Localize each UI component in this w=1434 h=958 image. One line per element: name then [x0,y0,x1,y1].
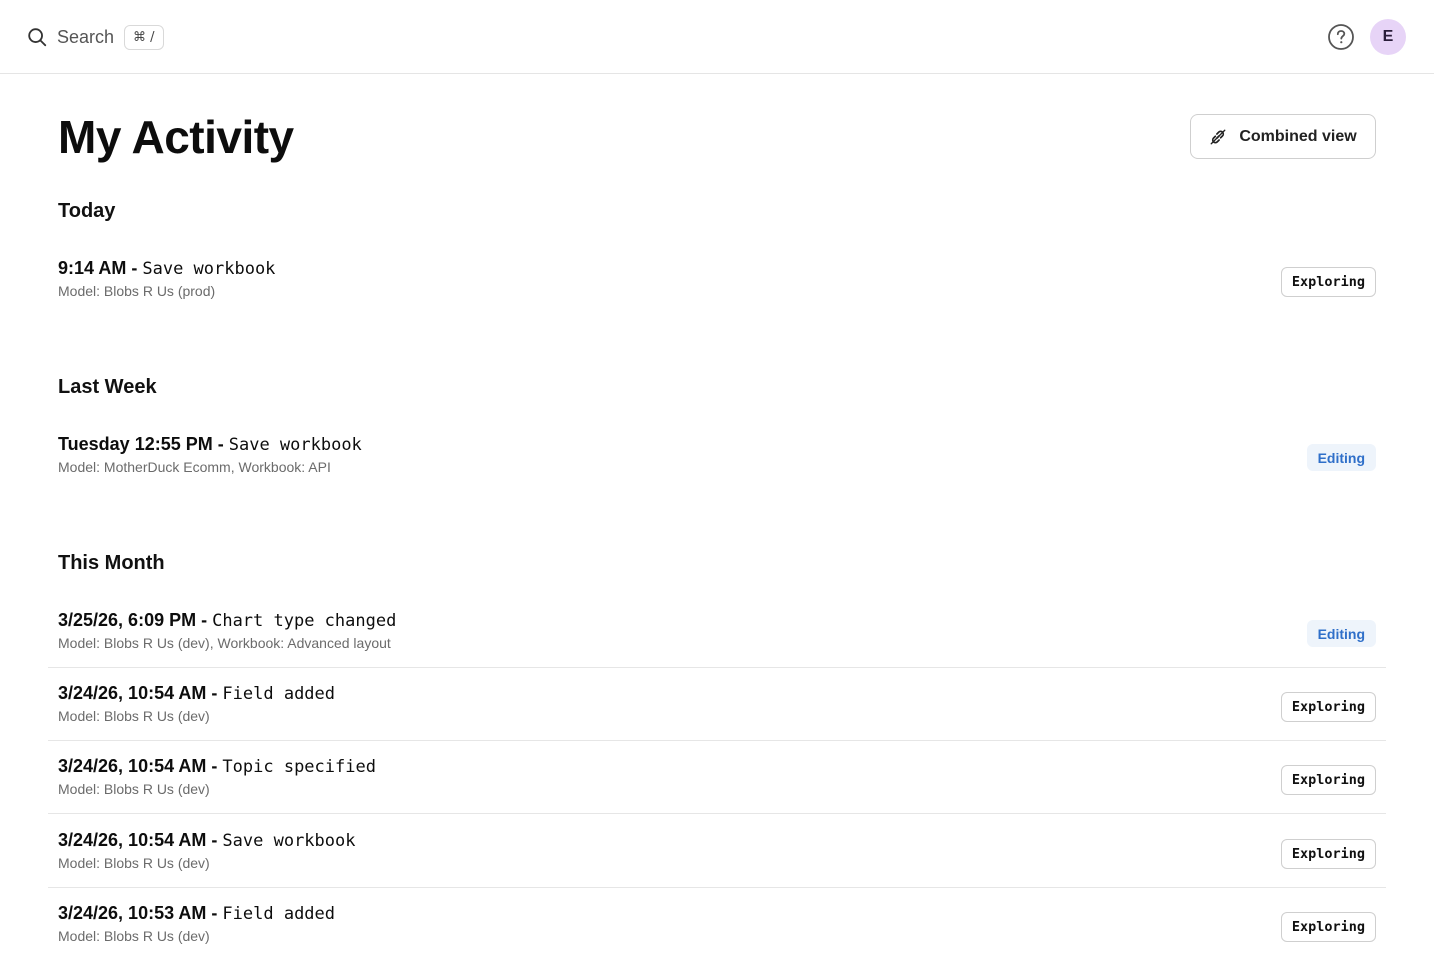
activity-row[interactable]: 3/24/26, 10:53 AM - Field added Model: B… [48,901,1386,958]
activity-action: Save workbook [222,831,356,851]
activity-action: Save workbook [142,259,276,279]
search-label: Search [57,26,115,47]
search-shortcut-hint: ⌘ / [124,24,164,50]
activity-row[interactable]: 3/24/26, 10:54 AM - Topic specified Mode… [48,754,1386,814]
activity-action: Topic specified [222,757,376,777]
activity-action: Field added [222,684,336,704]
search-box[interactable]: Search ⌘ / [26,22,164,52]
activity-time: 3/24/26, 10:54 AM [58,756,207,776]
activity-details: Model: Blobs R Us (dev) [58,781,210,797]
activity-row[interactable]: Tuesday 12:55 PM - Save workbook Model: … [48,432,1386,505]
section-title-last-week: Last Week [58,376,157,398]
activity-heading: 9:14 AM - Save workbook [58,256,275,281]
mode-badge-exploring: Exploring [1280,267,1376,297]
mode-badge-exploring: Exploring [1280,839,1376,869]
activity-heading: Tuesday 12:55 PM - Save workbook [58,432,362,457]
mode-badge-exploring: Exploring [1280,912,1376,942]
mode-badge-exploring: Exploring [1280,765,1376,795]
activity-separator: - [212,434,229,454]
avatar[interactable]: E [1370,19,1406,55]
page-title: My Activity [58,111,294,163]
activity-separator: - [206,683,223,703]
activity-row[interactable]: 3/25/26, 6:09 PM - Chart type changed Mo… [48,608,1386,668]
mode-badge-exploring: Exploring [1280,692,1376,722]
activity-action: Save workbook [228,435,362,455]
activity-time: Tuesday 12:55 PM [58,434,213,454]
activity-details: Model: Blobs R Us (dev) [58,855,210,871]
activity-action: Chart type changed [212,611,397,631]
activity-separator: - [126,258,143,278]
activity-action: Field added [222,904,336,924]
help-circle-icon [1328,24,1354,50]
activity-details: Model: Blobs R Us (dev) [58,708,210,724]
activity-heading: 3/24/26, 10:53 AM - Field added [58,901,335,926]
mode-badge-editing: Editing [1306,620,1376,647]
activity-row[interactable]: 9:14 AM - Save workbook Model: Blobs R U… [48,256,1386,329]
activity-separator: - [206,903,223,923]
activity-row[interactable]: 3/24/26, 10:54 AM - Save workbook Model:… [48,828,1386,888]
activity-time: 3/24/26, 10:53 AM [58,903,207,923]
activity-heading: 3/24/26, 10:54 AM - Field added [58,681,335,706]
activity-heading: 3/25/26, 6:09 PM - Chart type changed [58,608,396,633]
activity-details: Model: Blobs R Us (prod) [58,283,216,299]
activity-time: 3/24/26, 10:54 AM [58,683,207,703]
combined-view-button[interactable]: Combined view [1190,114,1376,159]
activity-heading: 3/24/26, 10:54 AM - Save workbook [58,828,355,853]
section-title-today: Today [58,200,116,222]
link-icon [1210,129,1226,144]
activity-row[interactable]: 3/24/26, 10:54 AM - Field added Model: B… [48,681,1386,741]
activity-time: 9:14 AM [58,258,127,278]
activity-separator: - [196,610,213,630]
activity-heading: 3/24/26, 10:54 AM - Topic specified [58,754,376,779]
activity-time: 3/25/26, 6:09 PM [58,610,197,630]
activity-time: 3/24/26, 10:54 AM [58,830,207,850]
combined-view-label: Combined view [1239,127,1357,145]
top-bar: Search ⌘ / E [0,0,1434,74]
activity-details: Model: MotherDuck Ecomm, Workbook: API [58,459,331,475]
activity-details: Model: Blobs R Us (dev) [58,928,210,944]
mode-badge-editing: Editing [1306,444,1376,471]
activity-details: Model: Blobs R Us (dev), Workbook: Advan… [58,635,391,651]
activity-separator: - [206,756,223,776]
section-title-this-month: This Month [58,552,165,574]
help-button[interactable] [1326,22,1356,52]
activity-separator: - [206,830,223,850]
search-icon [28,28,47,47]
